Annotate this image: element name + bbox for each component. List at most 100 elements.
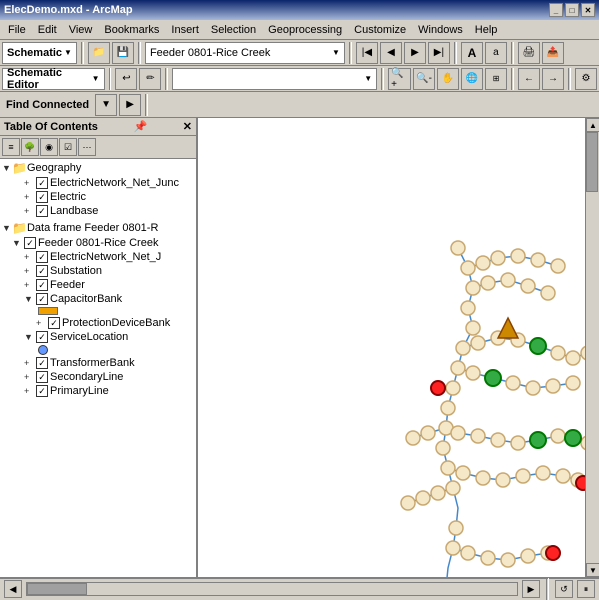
zoom-in-btn[interactable]: 🔍+ xyxy=(388,68,411,90)
toc-btn-more[interactable]: ⋯ xyxy=(78,138,96,156)
electric-checkbox[interactable] xyxy=(36,191,48,203)
nav-btn-2[interactable]: ◀ xyxy=(380,42,402,64)
menu-selection[interactable]: Selection xyxy=(205,22,262,38)
toc-close-icon[interactable]: ✕ xyxy=(183,120,192,133)
schematic-editor-dropdown[interactable]: Schematic Editor ▼ xyxy=(2,68,105,90)
schematic-dropdown[interactable]: Schematic ▼ xyxy=(2,42,77,64)
primaryline-checkbox[interactable] xyxy=(36,385,48,397)
menu-bookmarks[interactable]: Bookmarks xyxy=(98,22,165,38)
vscroll-track[interactable] xyxy=(586,132,599,563)
substation-expand-icon[interactable]: + xyxy=(24,266,34,276)
back-btn[interactable]: ← xyxy=(518,68,540,90)
feeder-expand-icon[interactable]: + xyxy=(24,280,34,290)
landbase-checkbox[interactable] xyxy=(36,205,48,217)
transformerbank-checkbox[interactable] xyxy=(36,357,48,369)
toc-item-protectiondevicebank[interactable]: + ProtectionDeviceBank xyxy=(0,316,196,330)
toc-item-feeder[interactable]: + Feeder xyxy=(0,278,196,292)
landbase-expand-icon[interactable]: + xyxy=(24,206,34,216)
edit-btn[interactable]: ✏ xyxy=(139,68,161,90)
open-button[interactable]: 📁 xyxy=(88,42,110,64)
geography-expand-icon[interactable]: ▼ xyxy=(2,163,12,173)
hscroll-thumb[interactable] xyxy=(27,583,87,595)
fwd-btn[interactable]: → xyxy=(542,68,564,90)
menu-insert[interactable]: Insert xyxy=(165,22,205,38)
menu-geoprocessing[interactable]: Geoprocessing xyxy=(262,22,348,38)
geography-header[interactable]: ▼ 📁 Geography xyxy=(0,160,196,176)
toc-btn-tree[interactable]: 🌳 xyxy=(21,138,39,156)
hscroll-track[interactable] xyxy=(26,582,518,596)
toc-item-servicelocation[interactable]: ▼ ServiceLocation xyxy=(0,330,196,344)
toc-btn-sel[interactable]: ☑ xyxy=(59,138,77,156)
menu-view[interactable]: View xyxy=(63,22,99,38)
menu-help[interactable]: Help xyxy=(469,22,504,38)
menu-windows[interactable]: Windows xyxy=(412,22,469,38)
menu-customize[interactable]: Customize xyxy=(348,22,412,38)
vscroll-thumb[interactable] xyxy=(586,132,598,192)
export-btn[interactable]: 📤 xyxy=(542,42,564,64)
feeder0801-expand-icon[interactable]: ▼ xyxy=(12,238,22,248)
toc-item-substation[interactable]: + Substation xyxy=(0,264,196,278)
find-dropdown-arrow[interactable]: ▼ xyxy=(95,94,117,116)
protectiondevice-checkbox[interactable] xyxy=(48,317,60,329)
map-area[interactable]: ▲ ▼ xyxy=(198,118,599,577)
undo-btn[interactable]: ↩ xyxy=(115,68,137,90)
minimize-button[interactable]: _ xyxy=(549,3,563,17)
feeder-checkbox[interactable] xyxy=(36,279,48,291)
close-button[interactable]: ✕ xyxy=(581,3,595,17)
toc-item-landbase[interactable]: + Landbase xyxy=(0,204,196,218)
elecnet-junc-checkbox[interactable] xyxy=(36,177,48,189)
refresh-btn[interactable]: ↺ xyxy=(555,580,573,598)
secondaryline-checkbox[interactable] xyxy=(36,371,48,383)
feeder-dropdown[interactable]: Feeder 0801-Rice Creek ▼ xyxy=(145,42,345,64)
dataframe-header[interactable]: ▼ 📁 Data frame Feeder 0801-R xyxy=(0,220,196,236)
toc-item-capacitorbank[interactable]: ▼ CapacitorBank xyxy=(0,292,196,306)
status-prev-btn[interactable]: ◀ xyxy=(4,580,22,598)
elecnet-net-j-checkbox[interactable] xyxy=(36,251,48,263)
nav-btn-1[interactable]: |◀ xyxy=(356,42,378,64)
text-btn-A[interactable]: A xyxy=(461,42,483,64)
vscroll-up-btn[interactable]: ▲ xyxy=(586,118,599,132)
pan-btn[interactable]: ✋ xyxy=(437,68,459,90)
feeder0801-checkbox[interactable] xyxy=(24,237,36,249)
menu-edit[interactable]: Edit xyxy=(32,22,63,38)
toc-item-elecnet-net-j[interactable]: + ElectricNetwork_Net_J xyxy=(0,250,196,264)
menu-file[interactable]: File xyxy=(2,22,32,38)
run-btn[interactable]: ▶ xyxy=(119,94,141,116)
vertical-scrollbar[interactable]: ▲ ▼ xyxy=(585,118,599,577)
toc-item-feeder0801[interactable]: ▼ Feeder 0801-Rice Creek xyxy=(0,236,196,250)
dataframe-expand-icon[interactable]: ▼ xyxy=(2,223,12,233)
status-next-btn[interactable]: ▶ xyxy=(522,580,540,598)
toc-item-elecnet-junc[interactable]: + ElectricNetwork_Net_Junc xyxy=(0,176,196,190)
toc-item-primaryline[interactable]: + PrimaryLine xyxy=(0,384,196,398)
print-btn[interactable]: 🖨 xyxy=(518,42,540,64)
pause-btn[interactable]: ⏸ xyxy=(577,580,595,598)
tool-dropdown[interactable]: ▼ xyxy=(172,68,377,90)
fullextent-btn[interactable]: ⊞ xyxy=(485,68,507,90)
maximize-button[interactable]: □ xyxy=(565,3,579,17)
elecnet-net-j-expand-icon[interactable]: + xyxy=(24,252,34,262)
substation-checkbox[interactable] xyxy=(36,265,48,277)
toc-item-secondaryline[interactable]: + SecondaryLine xyxy=(0,370,196,384)
primaryline-expand-icon[interactable]: + xyxy=(24,386,34,396)
toc-item-electric[interactable]: + Electric xyxy=(0,190,196,204)
toc-btn-list[interactable]: ≡ xyxy=(2,138,20,156)
nav-btn-3[interactable]: ▶ xyxy=(404,42,426,64)
secondaryline-expand-icon[interactable]: + xyxy=(24,372,34,382)
capacitorbank-checkbox[interactable] xyxy=(36,293,48,305)
nav-btn-4[interactable]: ▶| xyxy=(428,42,450,64)
transformerbank-expand-icon[interactable]: + xyxy=(24,358,34,368)
globe-btn[interactable]: 🌐 xyxy=(461,68,483,90)
capacitorbank-expand-icon[interactable]: ▼ xyxy=(24,294,34,304)
zoom-out-btn[interactable]: 🔍- xyxy=(413,68,435,90)
toc-pin-icon[interactable]: 📌 xyxy=(134,120,148,133)
protectiondevice-expand-icon[interactable]: + xyxy=(36,318,46,328)
toc-item-transformerbank[interactable]: + TransformerBank xyxy=(0,356,196,370)
servicelocation-checkbox[interactable] xyxy=(36,331,48,343)
vscroll-down-btn[interactable]: ▼ xyxy=(586,563,599,577)
servicelocation-expand-icon[interactable]: ▼ xyxy=(24,332,34,342)
toc-btn-src[interactable]: ◉ xyxy=(40,138,58,156)
electric-expand-icon[interactable]: + xyxy=(24,192,34,202)
text-btn-a[interactable]: a xyxy=(485,42,507,64)
save-button[interactable]: 💾 xyxy=(112,42,134,64)
elecnet-junc-expand-icon[interactable]: + xyxy=(24,178,34,188)
